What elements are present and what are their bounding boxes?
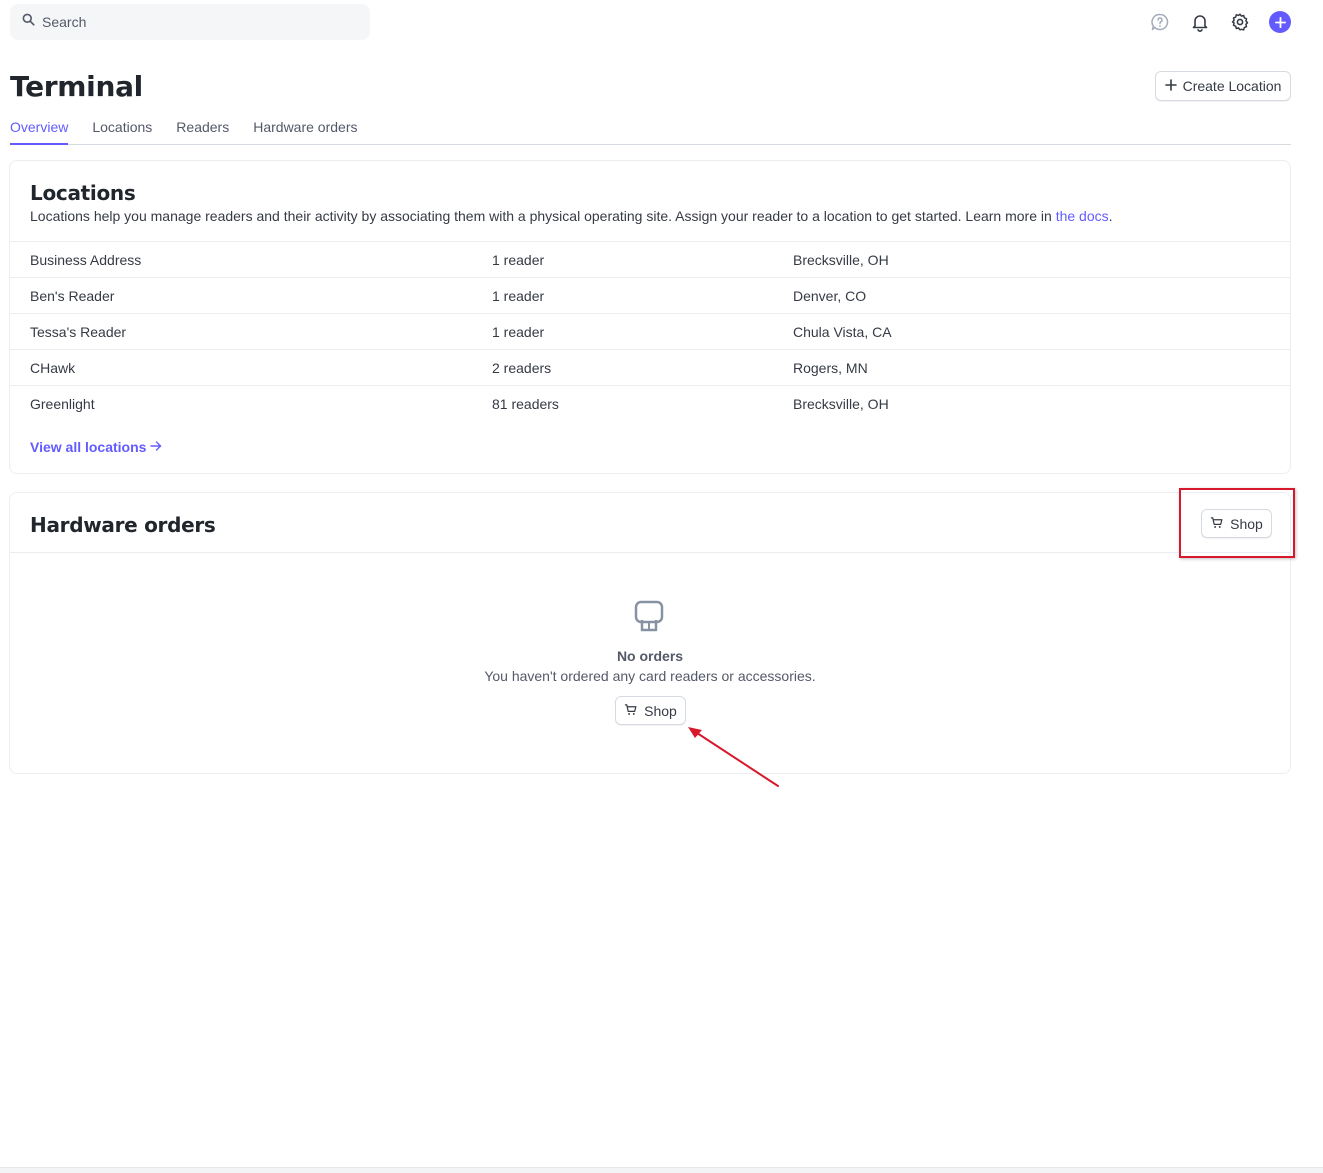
tab-readers[interactable]: Readers <box>176 116 229 145</box>
page-title: Terminal <box>10 70 143 103</box>
location-name: Tessa's Reader <box>30 323 127 340</box>
help-icon[interactable] <box>1149 11 1171 33</box>
location-place: Brecksville, OH <box>793 251 889 268</box>
cart-icon <box>1210 516 1230 532</box>
arrow-right-icon <box>146 439 162 455</box>
reader-count: 1 reader <box>492 287 545 304</box>
search-input[interactable] <box>42 14 342 30</box>
tab-bar: Overview Locations Readers Hardware orde… <box>10 116 1291 145</box>
reader-count: 1 reader <box>492 251 545 268</box>
hardware-orders-title: Hardware orders <box>30 513 216 537</box>
description-text: Locations help you manage readers and th… <box>30 208 1056 224</box>
shop-button[interactable]: Shop <box>1201 509 1272 538</box>
locations-card: Locations Locations help you manage read… <box>9 160 1291 474</box>
hardware-orders-card: Hardware orders Shop No orders You haven… <box>9 492 1291 774</box>
card-divider <box>10 552 1290 553</box>
location-name: CHawk <box>30 359 76 376</box>
tab-overview[interactable]: Overview <box>10 116 69 145</box>
table-row[interactable]: CHawk 2 readers Rogers, MN <box>10 349 1290 385</box>
location-name: Ben's Reader <box>30 287 115 304</box>
table-row[interactable]: Greenlight 81 readers Brecksville, OH <box>10 385 1290 421</box>
shop-label: Shop <box>1230 515 1263 532</box>
reader-count: 81 readers <box>492 395 559 412</box>
location-place: Denver, CO <box>793 287 867 304</box>
table-row[interactable]: Tessa's Reader 1 reader Chula Vista, CA <box>10 313 1290 349</box>
tab-hardware-orders[interactable]: Hardware orders <box>253 116 357 145</box>
create-new-button[interactable] <box>1269 11 1291 33</box>
reader-count: 2 readers <box>492 359 552 376</box>
terminal-page: Terminal Create Location Overview Locati… <box>0 0 1323 1173</box>
reader-count: 1 reader <box>492 323 545 340</box>
table-row[interactable]: Ben's Reader 1 reader Denver, CO <box>10 277 1290 313</box>
tab-locations[interactable]: Locations <box>92 116 152 145</box>
location-name: Greenlight <box>30 395 95 412</box>
bottom-edge <box>0 1167 1323 1173</box>
cart-icon <box>624 703 644 719</box>
location-name: Business Address <box>30 251 142 268</box>
view-all-locations-link[interactable]: View all locations <box>30 439 162 455</box>
gear-icon[interactable] <box>1229 11 1251 33</box>
table-row[interactable]: Business Address 1 reader Brecksville, O… <box>10 241 1290 277</box>
locations-title: Locations <box>30 181 136 205</box>
plus-icon <box>1164 78 1183 94</box>
search-bar[interactable] <box>10 4 370 40</box>
view-all-label: View all locations <box>30 439 147 455</box>
docs-link[interactable]: the docs <box>1056 208 1109 224</box>
shop-label: Shop <box>644 702 677 719</box>
create-location-button[interactable]: Create Location <box>1155 71 1291 101</box>
location-place: Chula Vista, CA <box>793 323 892 340</box>
empty-state-title: No orders <box>616 648 684 664</box>
location-place: Rogers, MN <box>793 359 868 376</box>
search-icon <box>22 13 35 31</box>
create-location-label: Create Location <box>1182 78 1282 94</box>
locations-table: Business Address 1 reader Brecksville, O… <box>10 241 1290 421</box>
plus-icon <box>1269 11 1291 33</box>
location-place: Brecksville, OH <box>793 395 889 412</box>
card-reader-icon <box>634 600 664 634</box>
bell-icon[interactable] <box>1189 11 1211 33</box>
empty-state-shop-button[interactable]: Shop <box>615 696 686 725</box>
description-end: . <box>1108 208 1113 224</box>
top-toolbar <box>1131 11 1291 33</box>
locations-description: Locations help you manage readers and th… <box>30 208 1113 224</box>
empty-state-subtitle: You haven't ordered any card readers or … <box>484 668 816 684</box>
